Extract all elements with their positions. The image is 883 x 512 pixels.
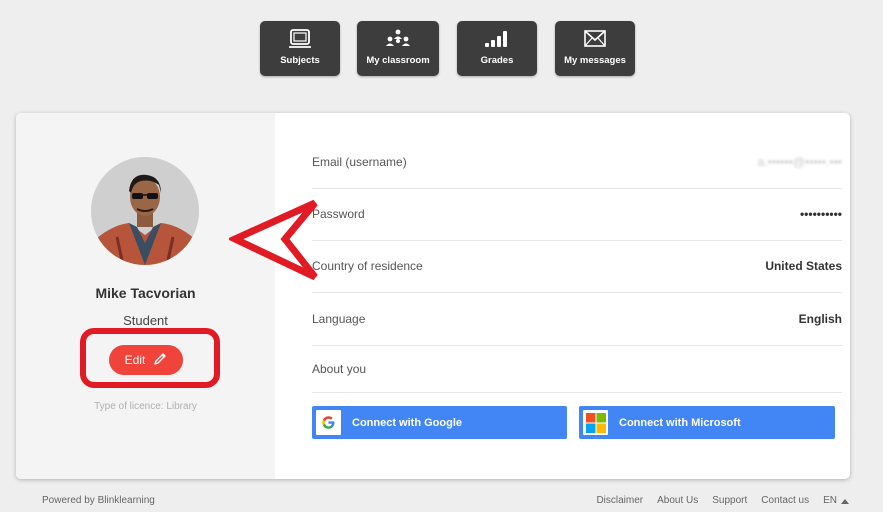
callout-arrow-icon [229,199,318,281]
nav-grades-button[interactable]: Grades [457,21,537,76]
powered-by-text: Powered by Blinklearning [42,495,155,506]
avatar[interactable] [91,157,199,265]
email-row: Email (username) a.••••••@•••••.••• [312,136,842,189]
footer-links: Disclaimer About Us Support Contact us E… [596,495,849,506]
google-icon [316,410,341,435]
caret-up-icon [841,498,849,504]
email-label: Email (username) [312,155,407,169]
footer-link-about-us[interactable]: About Us [657,495,698,506]
connect-microsoft-button[interactable]: Connect with Microsoft [579,406,835,439]
profile-card: Mike Tacvorian Student Edit Type of lice… [16,113,850,479]
nav-classroom-label: My classroom [366,55,430,66]
grades-icon [484,28,510,50]
licence-type: Type of licence: Library [94,401,197,412]
nav-subjects-label: Subjects [280,55,320,66]
user-role: Student [123,313,168,328]
profile-sidebar: Mike Tacvorian Student Edit Type of lice… [16,113,275,479]
language-selector[interactable]: EN [823,495,849,506]
top-nav: Subjects My classroom Grades My messages [0,21,883,76]
microsoft-icon [583,410,608,435]
nav-messages-label: My messages [564,55,626,66]
password-value: •••••••••• [799,207,842,221]
country-label: Country of residence [312,259,423,273]
connect-google-label: Connect with Google [352,416,462,429]
nav-classroom-button[interactable]: My classroom [357,21,439,76]
country-value: United States [765,259,842,273]
language-row: Language English [312,293,842,346]
footer-link-support[interactable]: Support [712,495,747,506]
nav-messages-button[interactable]: My messages [555,21,635,76]
language-code: EN [823,495,837,506]
footer-link-contact-us[interactable]: Contact us [761,495,809,506]
email-value: a.••••••@•••••.••• [757,155,842,169]
footer-link-disclaimer[interactable]: Disclaimer [596,495,643,506]
about-row: About you [312,346,842,393]
about-label: About you [312,362,367,376]
nav-subjects-button[interactable]: Subjects [260,21,340,76]
nav-grades-label: Grades [480,55,514,66]
messages-icon [583,28,607,50]
password-row: Password •••••••••• [312,188,842,241]
country-row: Country of residence United States [312,240,842,293]
classroom-icon [383,28,413,50]
connect-google-button[interactable]: Connect with Google [312,406,567,439]
language-value: English [798,312,842,326]
edit-highlight-box [80,328,220,388]
language-label: Language [312,312,366,326]
subjects-icon [288,28,312,50]
connect-microsoft-label: Connect with Microsoft [619,416,741,429]
